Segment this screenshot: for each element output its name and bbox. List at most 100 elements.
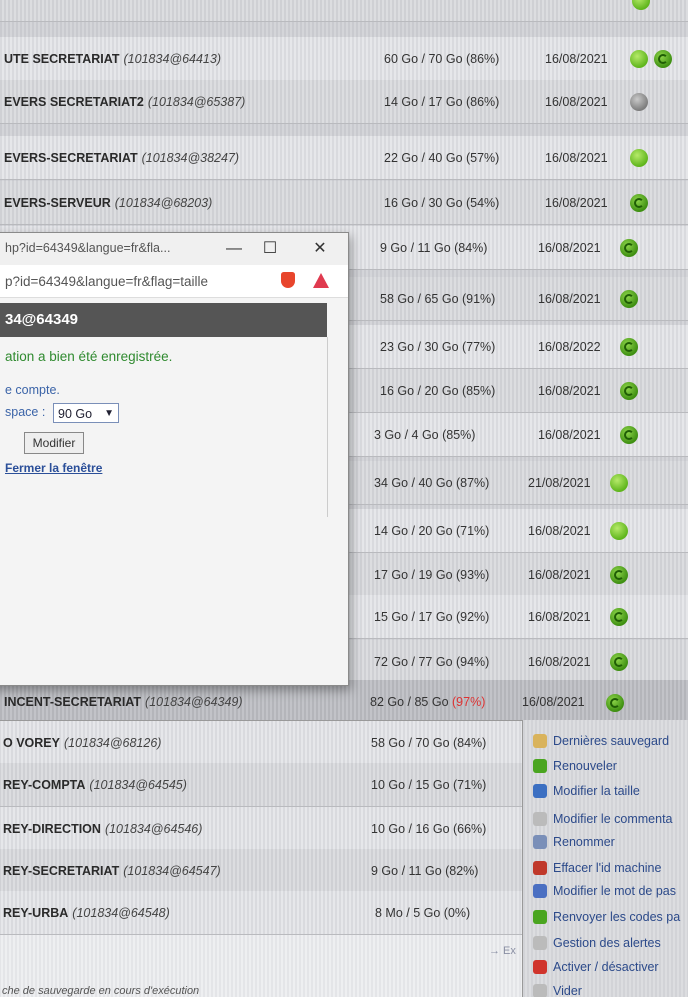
table-row[interactable]: EVERS SECRETARIAT2 (101834@65387) 14 Go / … — [0, 80, 688, 124]
usage-cell: 16 Go / 20 Go (85%) — [380, 383, 496, 398]
usage-cell: 58 Go / 65 Go (91%) — [380, 291, 496, 306]
menu-item-label: Activer / désactiver — [553, 960, 659, 974]
table-row-partial[interactable] — [0, 0, 688, 22]
maximize-icon[interactable]: ☐ — [259, 238, 281, 260]
send-icon — [533, 910, 547, 924]
popup-urlbar[interactable]: p?id=64349&langue=fr&flag=taille — [0, 265, 348, 298]
table-row[interactable]: REY-COMPTA (101834@64545) 10 Go / 15 Go (7… — [0, 763, 523, 807]
date-cell: 16/08/2022 — [538, 339, 601, 354]
close-window-link[interactable]: Fermer la fenêtre — [5, 461, 102, 475]
menu-item-alert[interactable]: Gestion des alertes — [533, 932, 661, 954]
warning-triangle-icon[interactable] — [313, 273, 329, 288]
usage-cell: 23 Go / 30 Go (77%) — [380, 339, 496, 354]
date-cell: 16/08/2021 — [528, 609, 591, 624]
usage-cell: 22 Go / 40 Go (57%) — [384, 150, 500, 165]
menu-item-folder[interactable]: Dernières sauvegard — [533, 730, 669, 752]
renew-status-icon[interactable] — [610, 566, 628, 584]
menu-item-renew[interactable]: Renouveler — [533, 755, 617, 777]
date-cell: 16/08/2021 — [528, 523, 591, 538]
empty-icon — [533, 984, 547, 997]
account-name-cell: INCENT-SECRETARIAT (101834@64349) — [4, 694, 243, 709]
account-id-heading: 34@64349 — [5, 311, 79, 328]
table-row[interactable]: REY-DIRECTION (101834@64546) 10 Go / 16 Go… — [0, 807, 523, 851]
modify-button[interactable]: Modifier — [24, 432, 84, 454]
renew-status-icon[interactable] — [620, 426, 638, 444]
table-row-selected[interactable]: INCENT-SECRETARIAT (101834@64349) 82 Go /… — [0, 680, 688, 724]
menu-item-key[interactable]: Modifier le mot de pas — [533, 880, 676, 902]
menu-item-label: Modifier le commenta — [553, 812, 673, 826]
renew-status-icon[interactable] — [606, 694, 624, 712]
renew-status-icon[interactable] — [630, 194, 648, 212]
renew-status-icon[interactable] — [620, 382, 638, 400]
folder-icon — [533, 734, 547, 748]
date-cell: 16/08/2021 — [545, 150, 608, 165]
usage-cell: 82 Go / 85 Go (97%) — [370, 694, 486, 709]
renew-status-icon[interactable] — [620, 290, 638, 308]
renew-status-icon[interactable] — [654, 50, 672, 68]
date-cell: 16/08/2021 — [545, 51, 608, 66]
usage-cell: 17 Go / 19 Go (93%) — [374, 567, 490, 582]
account-name-cell: REY-URBA (101834@64548) — [3, 905, 170, 920]
date-cell: 16/08/2021 — [545, 195, 608, 210]
popup-header: 34@64349 — [0, 303, 327, 337]
account-name-cell: EVERS SECRETARIAT2 (101834@65387) — [4, 94, 246, 109]
minimize-icon[interactable]: — — [223, 238, 245, 260]
usage-cell: 9 Go / 11 Go (82%) — [371, 863, 479, 878]
table-row[interactable]: REY-URBA (101834@64548) 8 Mo / 5 Go (0%) — [0, 891, 523, 935]
popup-body — [0, 337, 328, 517]
menu-item-power[interactable]: Activer / désactiver — [533, 956, 659, 978]
table-row[interactable]: EVERS-SERVEUR (101834@68203) 16 Go / 30 Go… — [0, 181, 688, 225]
popup-url: p?id=64349&langue=fr&flag=taille — [5, 274, 209, 289]
menu-item-erase[interactable]: Effacer l'id machine — [533, 857, 661, 879]
menu-item-label: Dernières sauvegard — [553, 734, 670, 748]
menu-item-label: Renommer — [553, 835, 615, 849]
table-row[interactable]: O VOREY (101834@68126) 58 Go / 70 Go (84%) — [0, 721, 523, 765]
status-green-icon — [610, 474, 628, 492]
backup-admin-screen: UTE SECRETARIAT (101834@64413) 60 Go / 70 … — [0, 0, 688, 997]
account-name-cell: EVERS-SERVEUR (101834@68203) — [4, 195, 213, 210]
menu-item-label: Gestion des alertes — [553, 936, 661, 950]
renew-status-icon[interactable] — [610, 608, 628, 626]
menu-item-rename[interactable]: Renommer — [533, 831, 615, 853]
usage-cell: 14 Go / 17 Go (86%) — [384, 94, 500, 109]
space-select-value: 90 Go — [58, 407, 93, 421]
renew-status-icon[interactable] — [620, 338, 638, 356]
space-select[interactable]: 90 Go ▼ — [53, 403, 119, 423]
status-footer: che de sauvegarde en cours d'exécution — [2, 985, 200, 997]
usage-cell: 34 Go / 40 Go (87%) — [374, 475, 490, 490]
account-label: e compte. — [5, 383, 60, 397]
date-cell: 16/08/2021 — [528, 567, 591, 582]
expand-text[interactable]: → Ex — [489, 945, 516, 957]
menu-item-send[interactable]: Renvoyer les codes pa — [533, 906, 680, 928]
renew-icon — [533, 759, 547, 773]
renew-status-icon[interactable] — [610, 653, 628, 671]
status-green-icon — [630, 50, 648, 68]
table-row[interactable]: REY-SECRETARIAT (101834@64547) 9 Go / 11 G… — [0, 849, 523, 893]
account-name-cell: REY-DIRECTION (101834@64546) — [3, 821, 203, 836]
popup-titlebar[interactable]: hp?id=64349&langue=fr&fla... — ☐ ✕ — [0, 233, 348, 266]
menu-item-empty[interactable]: Vider — [533, 980, 582, 997]
close-icon[interactable]: ✕ — [309, 238, 331, 260]
usage-cell: 10 Go / 15 Go (71%) — [371, 777, 487, 792]
status-green-icon — [632, 0, 650, 10]
space-label: space : — [5, 405, 46, 419]
shield-icon[interactable] — [281, 272, 295, 288]
date-cell: 16/08/2021 — [538, 427, 601, 442]
renew-status-icon[interactable] — [620, 239, 638, 257]
chevron-down-icon: ▼ — [104, 408, 114, 419]
usage-cell: 8 Mo / 5 Go (0%) — [375, 905, 471, 920]
menu-item-label: Renvoyer les codes pa — [553, 910, 681, 924]
power-icon — [533, 960, 547, 974]
table-row[interactable]: EVERS-SECRETARIAT (101834@38247) 22 Go / 4… — [0, 136, 688, 180]
account-name-cell: UTE SECRETARIAT (101834@64413) — [4, 51, 222, 66]
resize-icon — [533, 784, 547, 798]
table-row[interactable]: UTE SECRETARIAT (101834@64413) 60 Go / 70 … — [0, 37, 688, 81]
account-name-cell: EVERS-SECRETARIAT (101834@38247) — [4, 150, 240, 165]
menu-item-label: Modifier la taille — [553, 784, 640, 798]
alert-icon — [533, 936, 547, 950]
erase-icon — [533, 861, 547, 875]
menu-item-comment[interactable]: Modifier le commenta — [533, 808, 673, 830]
date-cell: 16/08/2021 — [528, 654, 591, 669]
date-cell: 16/08/2021 — [522, 694, 585, 709]
menu-item-resize[interactable]: Modifier la taille — [533, 780, 640, 802]
